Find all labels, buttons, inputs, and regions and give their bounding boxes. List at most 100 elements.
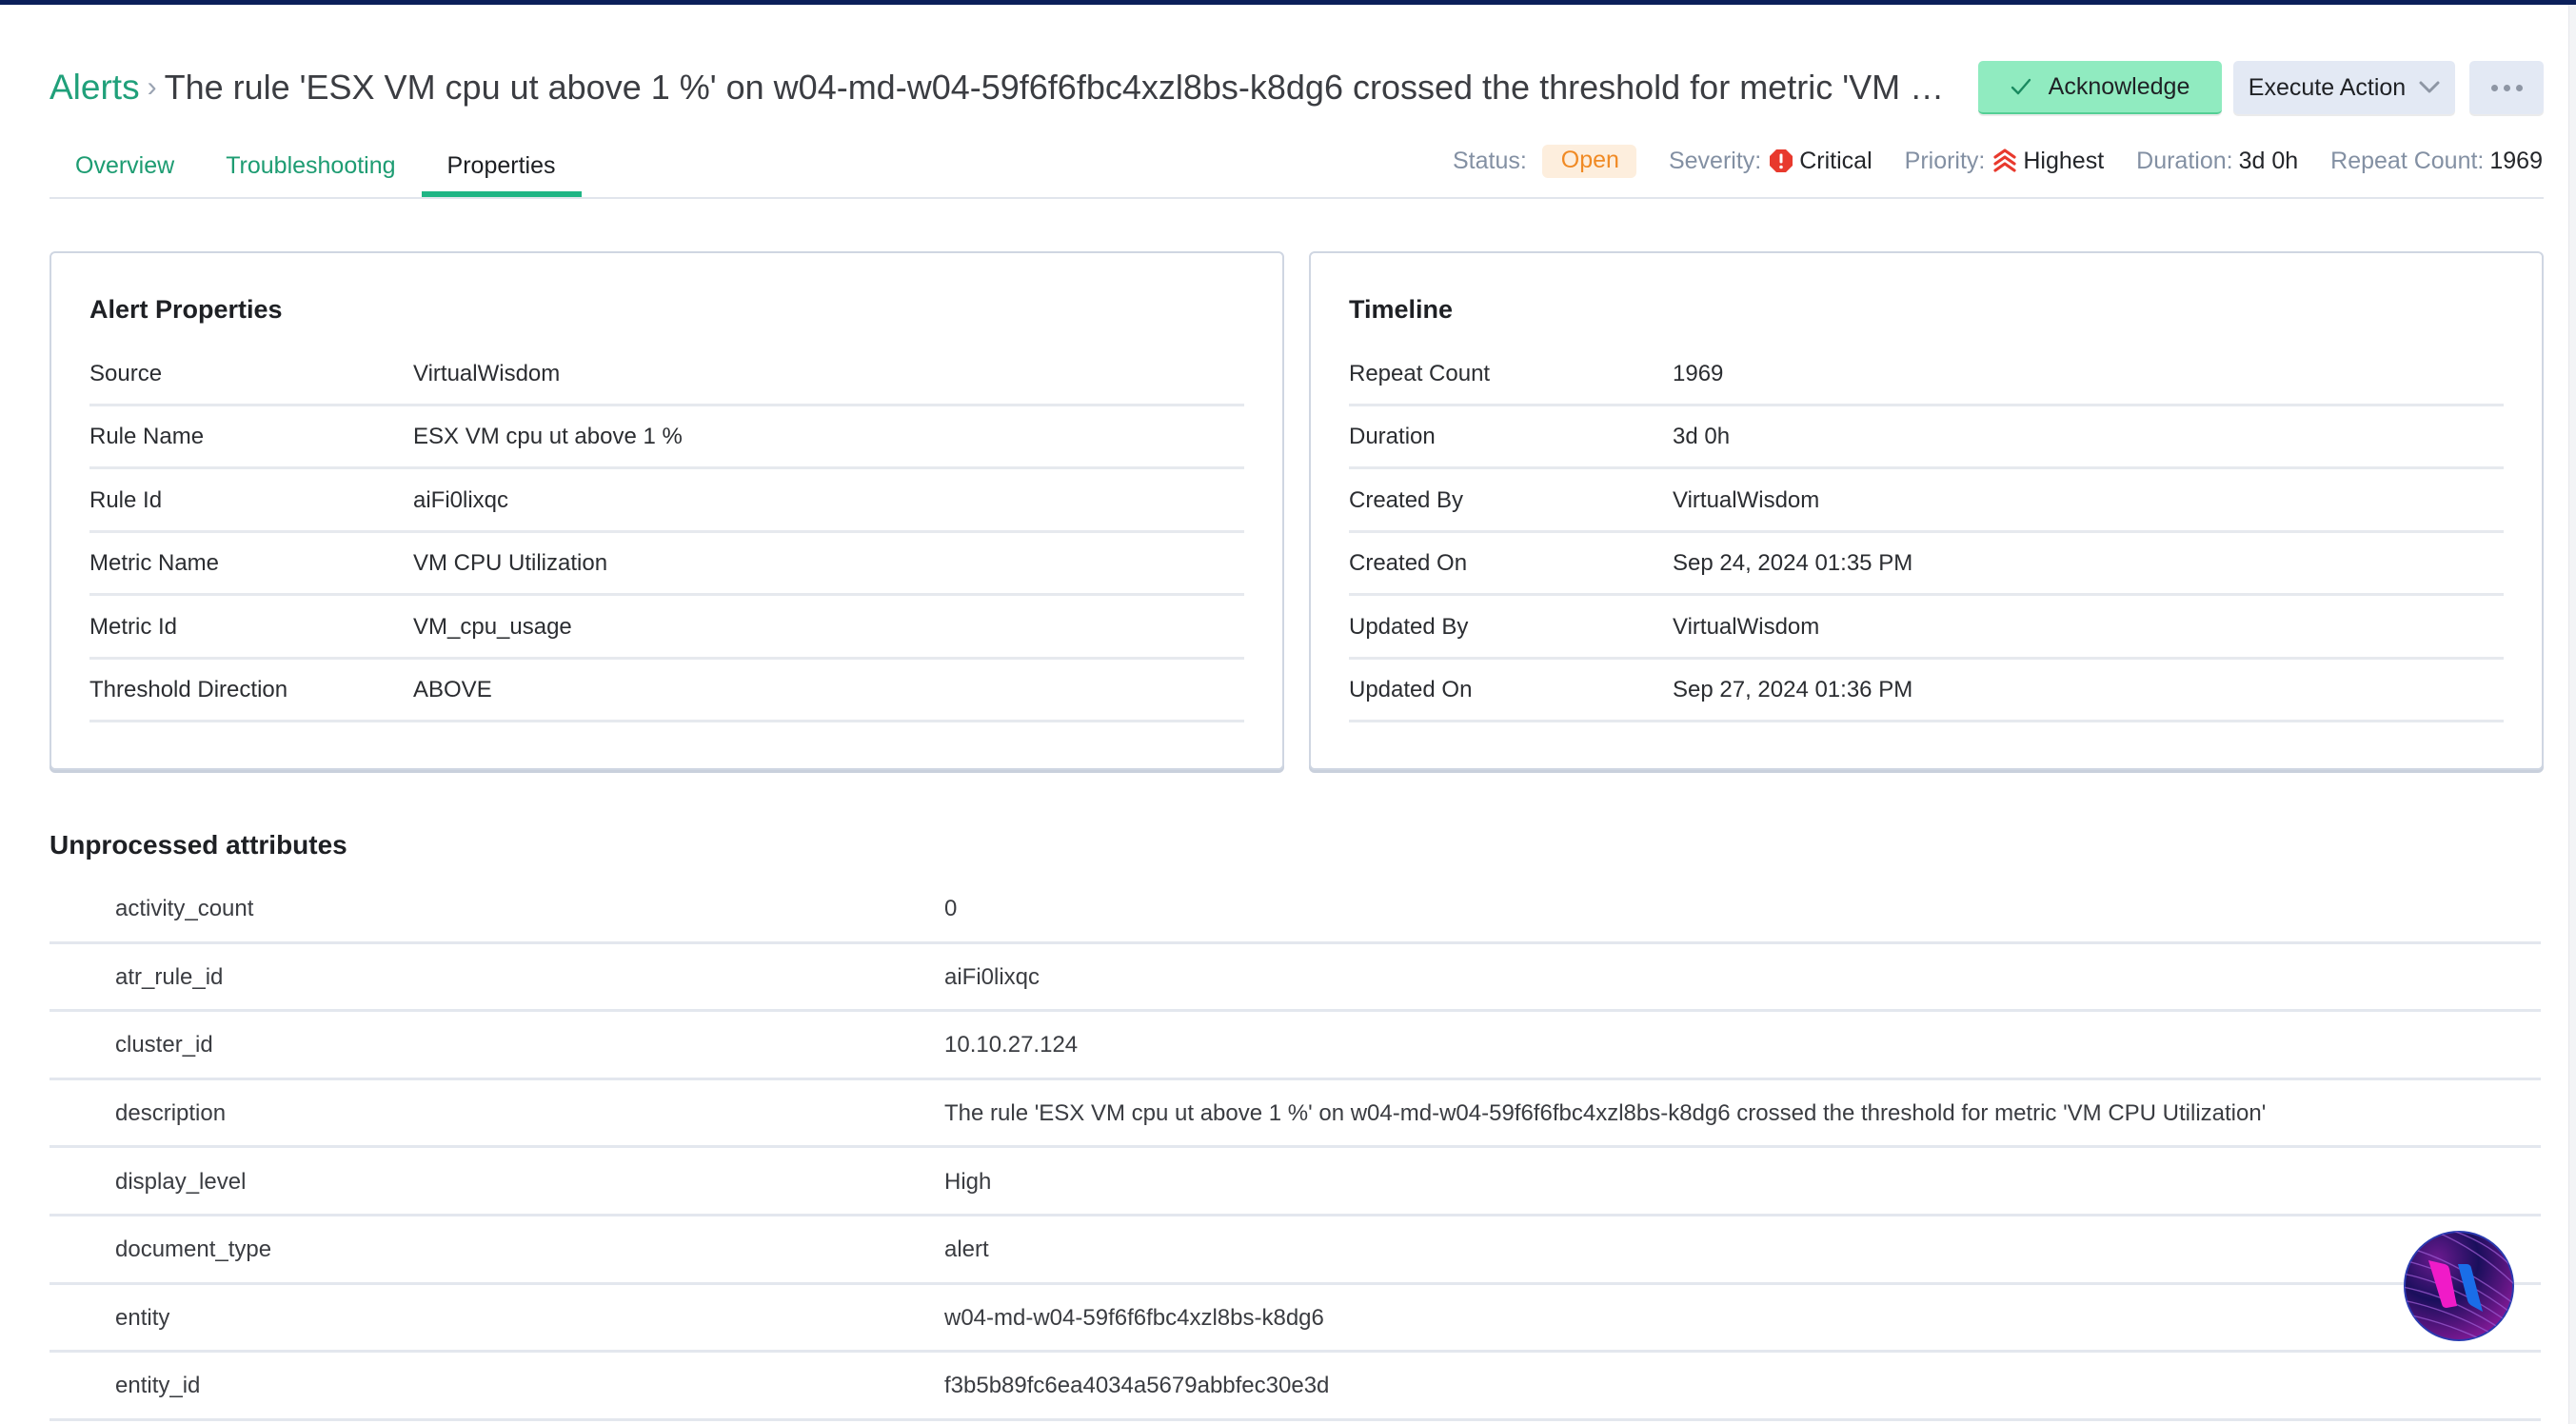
timeline-key: Updated On [1349,677,1473,703]
timeline-key: Updated By [1349,613,1469,640]
attribute-row: cluster_id 10.10.27.124 [50,1012,2541,1080]
duration-field: Duration: 3d 0h [2136,148,2298,175]
acknowledge-button[interactable]: Acknowledge [1978,61,2222,114]
attribute-key: activity_count [115,896,254,922]
timeline-row: Repeat Count 1969 [1349,343,2504,406]
severity-value: Critical [1799,147,1873,174]
attribute-key: cluster_id [115,1032,213,1058]
attribute-row: entity_id f3b5b89fc6ea4034a5679abbfec30e3… [50,1353,2541,1421]
status-badge: Open [1541,144,1636,178]
property-key: Source [89,360,163,386]
tab-properties[interactable]: Properties [421,133,582,198]
timeline-key: Created By [1349,486,1464,513]
property-row: Metric Id VM_cpu_usage [89,596,1244,660]
tab-overview[interactable]: Overview [50,133,200,198]
property-row: Metric Name VM CPU Utilization [89,533,1244,596]
property-row: Threshold Direction ABOVE [89,660,1244,722]
property-value: ESX VM cpu ut above 1 % [413,424,683,450]
attribute-value: f3b5b89fc6ea4034a5679abbfec30e3d [944,1373,1330,1399]
chevron-down-icon [2419,81,2440,93]
tab-divider [50,197,2544,199]
timeline-value: Sep 27, 2024 01:36 PM [1673,677,1913,703]
attribute-row: activity_count 0 [50,876,2541,944]
assistant-launcher-button[interactable] [2403,1230,2515,1342]
breadcrumb-separator-icon: › [147,71,157,103]
severity-field: Severity: Critical [1669,148,1873,175]
duration-value: 3d 0h [2238,147,2299,174]
timeline-row: Updated By VirtualWisdom [1349,596,2504,660]
priority-value: Highest [2023,147,2105,174]
timeline-value: 1969 [1673,360,1724,386]
repeat-count-field: Repeat Count: 1969 [2330,148,2543,175]
timeline-value: VirtualWisdom [1673,613,1820,640]
timeline-row: Created By VirtualWisdom [1349,469,2504,533]
property-value: aiFi0lixqc [413,486,509,513]
status-field: Status: Open [1452,144,1636,178]
attribute-value: The rule 'ESX VM cpu ut above 1 %' on w0… [944,1100,2267,1127]
attribute-key: description [115,1100,227,1127]
attribute-row: display_level High [50,1148,2541,1216]
property-value: ABOVE [413,677,492,703]
repeat-count-value: 1969 [2489,147,2543,174]
timeline-row: Created On Sep 24, 2024 01:35 PM [1349,533,2504,596]
attribute-row: atr_rule_id aiFi0lixqc [50,944,2541,1013]
tab-bar: Overview Troubleshooting Properties [50,133,582,198]
property-key: Metric Id [89,613,178,640]
property-key: Rule Id [89,486,163,513]
timeline-value: Sep 24, 2024 01:35 PM [1673,550,1913,577]
attribute-key: atr_rule_id [115,963,224,990]
ellipsis-icon [2490,84,2523,91]
attribute-value: w04-md-w04-59f6f6fbc4xzl8bs-k8dg6 [944,1304,1324,1331]
timeline-key: Created On [1349,550,1468,577]
priority-label: Priority: [1904,147,1986,174]
timeline-row: Duration 3d 0h [1349,406,2504,469]
repeat-count-label: Repeat Count: [2330,147,2485,174]
timeline-value: VirtualWisdom [1673,486,1820,513]
timeline-title: Timeline [1349,295,1454,324]
priority-field: Priority: Highest [1905,148,2105,175]
alert-properties-list: Source VirtualWisdom Rule Name ESX VM cpu … [89,343,1244,722]
execute-action-dropdown[interactable]: Execute Action [2233,61,2455,114]
tab-troubleshooting[interactable]: Troubleshooting [200,133,421,198]
attribute-key: document_type [115,1236,272,1263]
breadcrumb-alerts-link[interactable]: Alerts [50,68,140,108]
property-row: Rule Id aiFi0lixqc [89,469,1244,533]
page-header: Alerts › The rule 'ESX VM cpu ut above 1… [50,57,2544,118]
timeline-row: Updated On Sep 27, 2024 01:36 PM [1349,660,2504,722]
property-key: Metric Name [89,550,220,577]
property-key: Rule Name [89,424,205,450]
property-value: VirtualWisdom [413,360,561,386]
checkmark-icon [2011,78,2031,95]
attribute-value: 0 [944,896,958,922]
alert-summary-bar: Status: Open Severity: Critical Priority… [1453,142,2543,180]
unprocessed-attributes-table: activity_count 0 atr_rule_id aiFi0lixqc cl… [50,876,2541,1421]
more-options-button[interactable] [2469,61,2544,114]
timeline-card: Timeline Repeat Count 1969 Duration 3d 0h … [1309,251,2544,770]
severity-label: Severity: [1668,147,1762,174]
attribute-row: document_type alert [50,1216,2541,1285]
attribute-value: alert [944,1236,989,1263]
property-row: Source VirtualWisdom [89,343,1244,406]
attribute-value: High [944,1168,992,1195]
timeline-value: 3d 0h [1673,424,1731,450]
timeline-list: Repeat Count 1969 Duration 3d 0h Created B… [1349,343,2504,722]
property-value: VM_cpu_usage [413,613,572,640]
attribute-value: 10.10.27.124 [944,1032,1079,1058]
page-title: The rule 'ESX VM cpu ut above 1 %' on w0… [164,68,1969,107]
property-key: Threshold Direction [89,677,288,703]
unprocessed-attributes-title: Unprocessed attributes [50,830,347,860]
alert-properties-title: Alert Properties [89,295,283,324]
attribute-row: description The rule 'ESX VM cpu ut above… [50,1080,2541,1149]
property-row: Rule Name ESX VM cpu ut above 1 % [89,406,1244,469]
alert-properties-card: Alert Properties Source VirtualWisdom Rul… [50,251,1284,770]
timeline-key: Duration [1349,424,1436,450]
attribute-value: aiFi0lixqc [944,963,1040,990]
attribute-row: entity w04-md-w04-59f6f6fbc4xzl8bs-k8dg6 [50,1285,2541,1354]
page-scrollbar[interactable] [2568,5,2576,1424]
attribute-key: entity [115,1304,170,1331]
status-label: Status: [1452,147,1527,174]
triple-chevron-up-icon [1993,148,2016,172]
attribute-key: display_level [115,1168,247,1195]
top-app-bar [0,0,2576,5]
duration-label: Duration: [2136,147,2233,174]
